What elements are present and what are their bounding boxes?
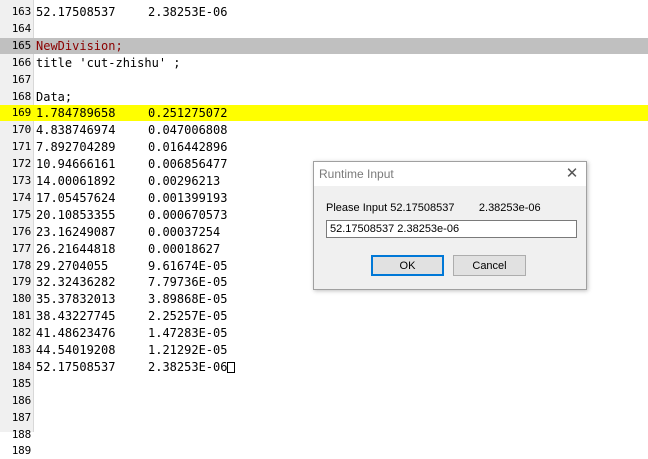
editor-line[interactable]: 188 — [0, 427, 648, 443]
editor-line[interactable]: 181 38.43227745 2.25257E-05 — [0, 308, 648, 324]
line-text: 52.17508537 — [36, 5, 116, 19]
line-number: 168 — [11, 89, 31, 103]
line-value: 0.047006808 — [148, 123, 228, 138]
line-value: 0.251275072 — [148, 106, 228, 121]
line-text: 52.17508537 — [36, 359, 116, 374]
line-value: 2.25257E-05 — [148, 309, 228, 324]
line-value: 0.00296213 — [148, 174, 221, 188]
line-text: 23.16249087 — [36, 224, 116, 239]
line-value: 3.89868E-05 — [148, 292, 228, 307]
line-text: 20.10853355 — [36, 207, 116, 222]
line-value: 1.47283E-05 — [148, 326, 228, 341]
line-number: 184 — [11, 359, 31, 373]
line-number: 166 — [11, 55, 31, 69]
editor-line[interactable]: 170 4.838746974 0.047006808 — [0, 122, 648, 138]
line-text: 1.784789658 — [36, 106, 116, 121]
line-number: 182 — [11, 326, 31, 340]
line-number: 169 — [0, 105, 31, 122]
editor-line[interactable]: 187 — [0, 410, 648, 426]
line-number: 177 — [11, 241, 31, 255]
line-value: 9.61674E-05 — [148, 258, 228, 273]
line-number: 176 — [11, 224, 31, 238]
line-text: 17.05457624 — [36, 190, 116, 205]
line-value: 0.016442896 — [148, 140, 228, 155]
line-value: 0.001399193 — [148, 190, 228, 205]
line-number: 164 — [11, 21, 31, 35]
line-text: 14.00061892 — [36, 174, 116, 188]
editor-line[interactable]: 167 — [0, 72, 648, 88]
line-number: 170 — [11, 123, 31, 137]
editor-line[interactable]: 169 1.784789658 0.251275072 — [0, 105, 648, 122]
line-number: 163 — [11, 5, 31, 18]
line-number: 173 — [11, 174, 31, 187]
editor-line[interactable]: 164 — [0, 21, 648, 37]
line-text: 44.54019208 — [36, 343, 116, 357]
editor-line[interactable]: 182 41.48623476 1.47283E-05 — [0, 325, 648, 341]
editor-line[interactable]: 183 44.54019208 1.21292E-05 — [0, 342, 648, 358]
line-number: 167 — [11, 72, 31, 86]
line-value: 1.21292E-05 — [148, 343, 228, 357]
editor-line[interactable]: 166 title 'cut-zhishu' ; — [0, 55, 648, 71]
editor-line[interactable]: 189 — [0, 443, 648, 459]
line-number: 187 — [11, 410, 31, 424]
editor-line[interactable]: 163 52.17508537 2.38253E-06 — [0, 4, 648, 20]
line-number: 178 — [11, 258, 31, 272]
control-char-glyph — [227, 361, 235, 373]
editor-line[interactable]: 180 35.37832013 3.89868E-05 — [0, 291, 648, 307]
close-icon[interactable]: ✕ — [564, 165, 580, 181]
line-number: 179 — [11, 275, 31, 289]
line-number: 188 — [11, 427, 31, 441]
line-text: 26.21644818 — [36, 241, 116, 256]
line-text: 7.892704289 — [36, 140, 116, 155]
dialog-titlebar[interactable]: Runtime Input ✕ — [314, 162, 586, 186]
line-text: 41.48623476 — [36, 326, 116, 341]
line-number: 185 — [11, 376, 31, 390]
editor-line[interactable]: 165 NewDivision; — [0, 37, 648, 54]
dialog-title: Runtime Input — [319, 167, 394, 181]
cancel-button[interactable]: Cancel — [453, 255, 526, 276]
line-value: 7.79736E-05 — [148, 275, 228, 290]
line-number: 183 — [11, 343, 31, 356]
line-number: 181 — [11, 309, 31, 323]
editor-line[interactable]: 168 Data; — [0, 89, 648, 105]
ok-button[interactable]: OK — [371, 255, 444, 276]
editor-line[interactable]: 171 7.892704289 0.016442896 — [0, 139, 648, 155]
editor-line[interactable]: 184 52.17508537 2.38253E-06 — [0, 359, 648, 375]
runtime-input-field[interactable] — [326, 220, 577, 238]
line-number: 174 — [11, 190, 31, 204]
line-text: 38.43227745 — [36, 309, 116, 324]
line-number: 172 — [11, 157, 31, 171]
line-number: 171 — [11, 140, 31, 154]
line-value: 0.000670573 — [148, 207, 228, 222]
line-number: 180 — [11, 292, 31, 306]
line-value: 0.006856477 — [148, 157, 228, 172]
editor-line[interactable]: 185 — [0, 376, 648, 392]
line-value: 2.38253E-06 — [148, 359, 228, 374]
runtime-input-dialog: Runtime Input ✕ Please Input 52.17508537… — [313, 161, 587, 290]
line-text: NewDivision; — [36, 38, 123, 53]
line-value: 2.38253E-06 — [148, 5, 228, 19]
line-text: 29.2704055 — [36, 258, 109, 273]
line-text: title 'cut-zhishu' ; — [36, 55, 181, 70]
line-text: 32.32436282 — [36, 275, 116, 290]
line-number: 186 — [11, 393, 31, 407]
input-prompt-label: Please Input 52.17508537 2.38253e-06 — [326, 202, 541, 214]
line-number: 175 — [11, 207, 31, 221]
line-text: 4.838746974 — [36, 123, 116, 138]
line-number: 189 — [11, 444, 31, 458]
editor-line[interactable]: 186 — [0, 393, 648, 409]
line-text: Data; — [36, 89, 73, 104]
line-number: 165 — [0, 37, 31, 54]
line-text: 10.94666161 — [36, 157, 116, 172]
line-value: 0.00018627 — [148, 241, 221, 256]
line-value: 0.00037254 — [148, 224, 221, 239]
line-text: 35.37832013 — [36, 292, 116, 307]
